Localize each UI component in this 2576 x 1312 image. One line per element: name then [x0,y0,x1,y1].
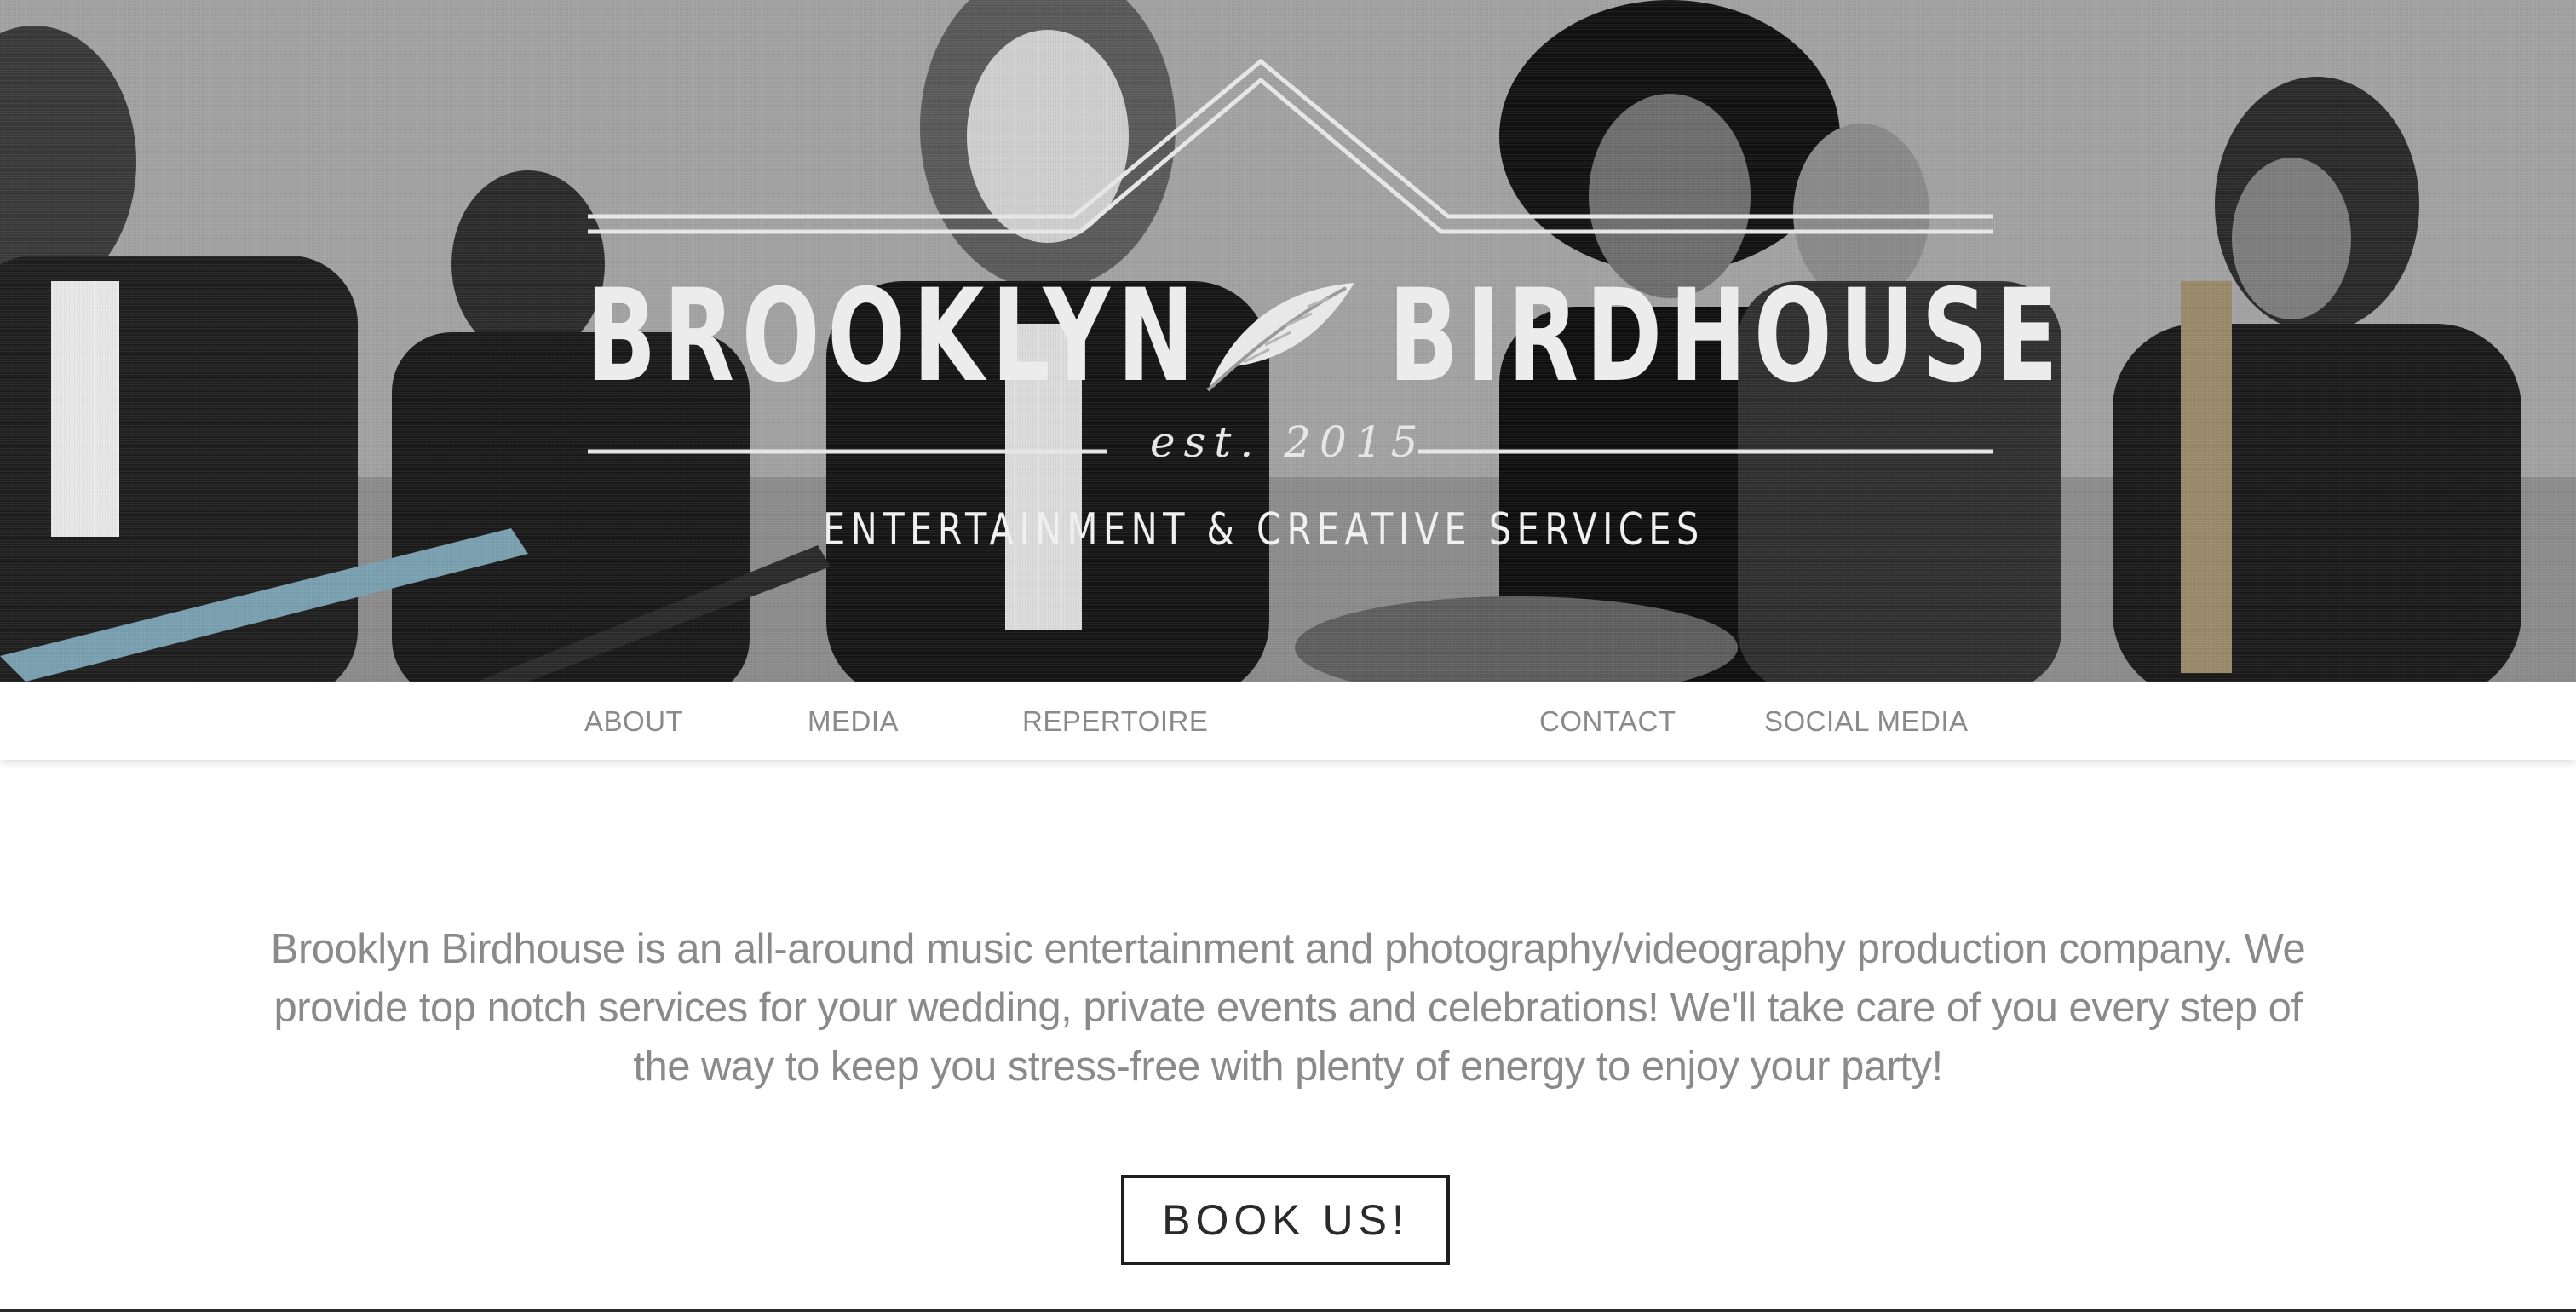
feather-icon [1206,283,1354,392]
main-nav: ABOUT MEDIA REPERTOIRE CONTACT SOCIAL ME… [0,682,2576,760]
bottom-divider [0,1309,2576,1312]
nav-about[interactable]: ABOUT [584,705,683,738]
nav-media[interactable]: MEDIA [808,705,899,738]
established-year: est. 2015 [1150,417,1427,467]
nav-contact[interactable]: CONTACT [1539,705,1676,738]
intro-paragraph: Brooklyn Birdhouse is an all-around musi… [270,926,2306,1090]
nav-social-media[interactable]: SOCIAL MEDIA [1764,705,1969,738]
nav-repertoire[interactable]: REPERTOIRE [1022,705,1208,738]
hero-banner: BROOKLYN BIRDHOUSE est. 2015 ENTERTAINME… [0,0,2576,682]
tagline: ENTERTAINMENT & CREATIVE SERVICES [823,504,1705,555]
brand-name-left: BROOKLYN [586,262,1202,411]
brand-name-right: BIRDHOUSE [1389,262,2066,411]
book-us-button[interactable]: BOOK US! [1121,1175,1450,1265]
